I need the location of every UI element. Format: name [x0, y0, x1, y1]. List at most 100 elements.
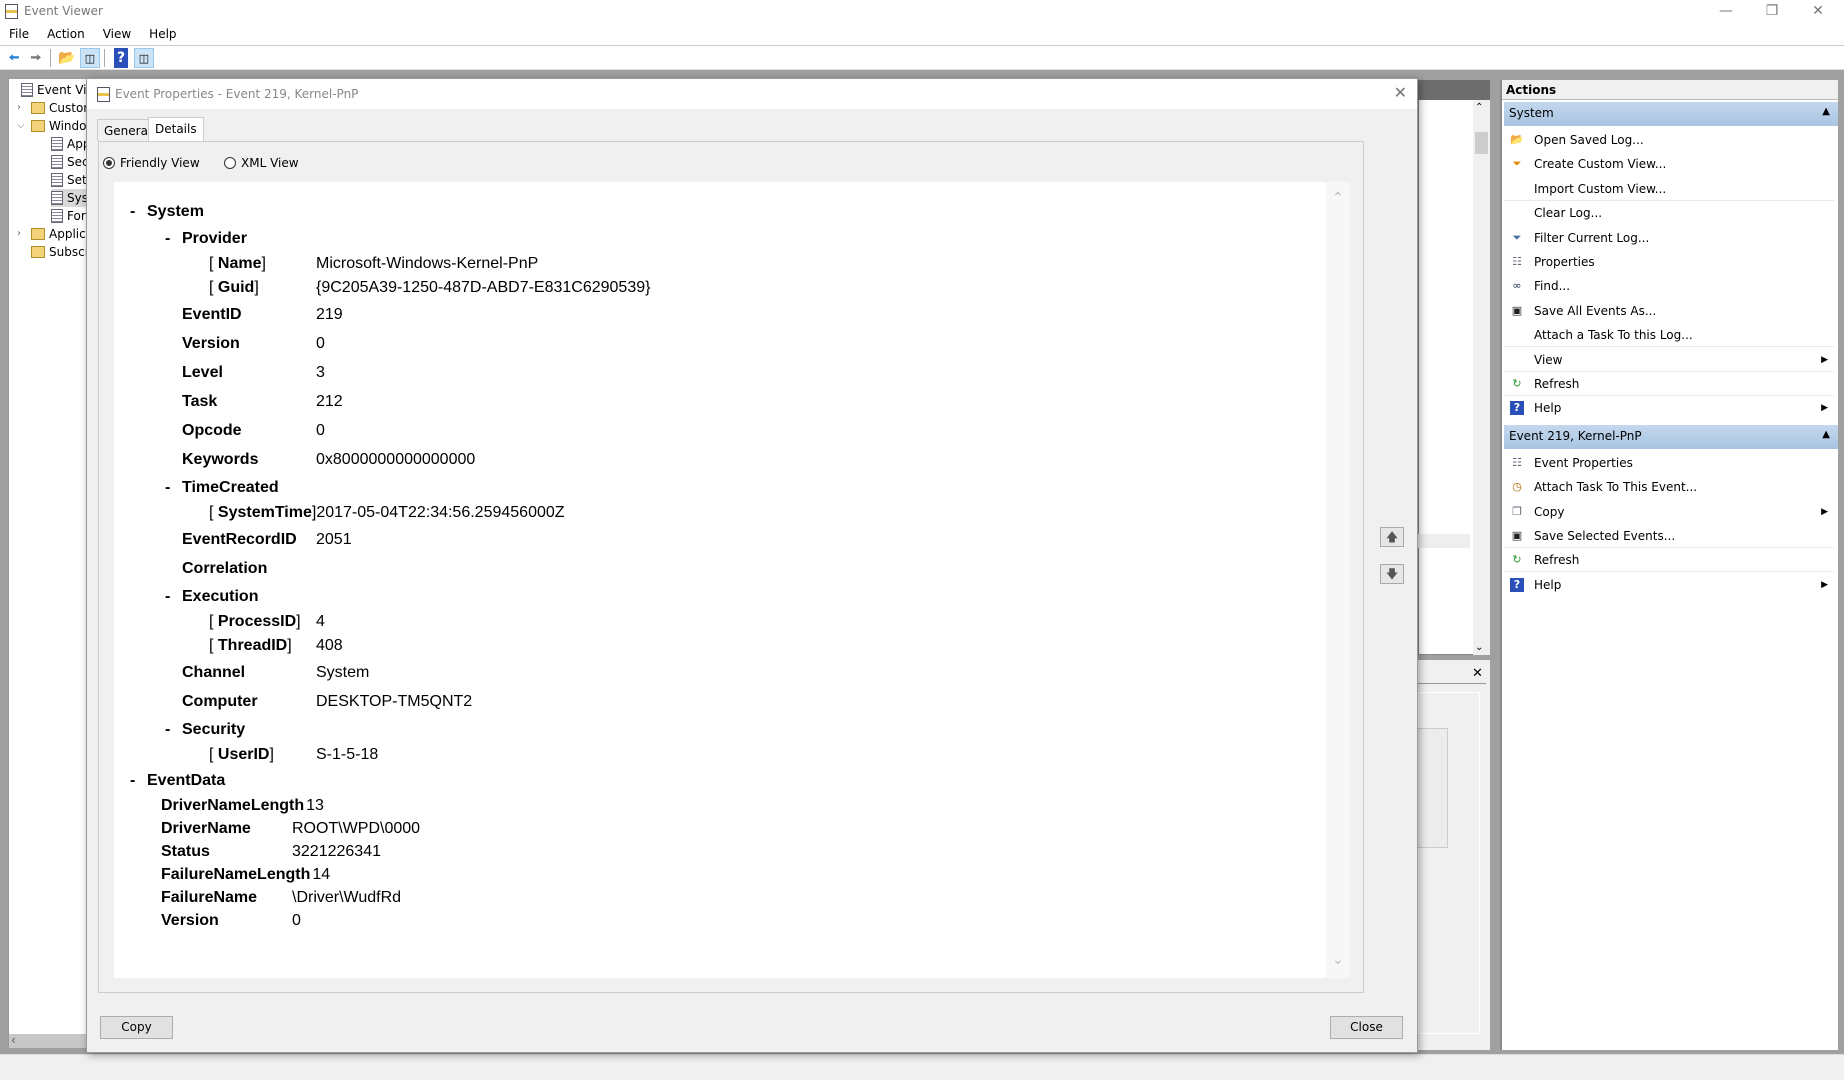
details-tab-panel: Friendly View XML View - System - Provider[…	[98, 141, 1364, 993]
event-list-scrollbar[interactable]: ⌃ ⌄	[1473, 100, 1490, 655]
copy-button[interactable]: Copy	[100, 1016, 173, 1039]
collapse-up-icon[interactable]: ▲	[1822, 106, 1830, 117]
tree-item[interactable]: Set	[51, 171, 87, 189]
show-hide-tree-icon[interactable]: ◫	[80, 48, 100, 68]
action-label: Refresh	[1534, 553, 1580, 568]
action-item[interactable]: ⏷ Filter Current Log...	[1504, 226, 1834, 250]
scroll-down-icon[interactable]: ⌄	[1332, 952, 1344, 968]
collapse-toggle[interactable]: -	[165, 721, 170, 739]
friendly-view-radio[interactable]: Friendly View	[103, 156, 200, 170]
collapse-toggle[interactable]: -	[130, 772, 135, 790]
tree-item[interactable]: Sys	[51, 189, 88, 207]
attribute-value: S-1-5-18	[316, 746, 379, 763]
action-item[interactable]: Attach a Task To this Log...	[1504, 323, 1834, 348]
collapse-toggle[interactable]: -	[165, 230, 170, 248]
tree-horizontal-scrollbar[interactable]: ‹	[9, 1033, 87, 1048]
field-value: 3	[316, 363, 325, 381]
bracket: [	[209, 255, 218, 272]
chevron-down-icon[interactable]: ⌵	[17, 117, 25, 135]
close-window-button[interactable]: ✕	[1795, 0, 1841, 24]
actions-section-header[interactable]: System ▲	[1504, 102, 1838, 126]
tree-item[interactable]: Sec	[51, 153, 88, 171]
menu-file[interactable]: File	[0, 24, 38, 41]
tree-item-label: Sys	[67, 191, 88, 205]
detail-row-section: - EventData	[114, 767, 1314, 794]
tree-item[interactable]: Event View	[21, 81, 87, 99]
restore-button[interactable]: ❐	[1749, 0, 1795, 24]
tree-item-label: Sec	[67, 155, 88, 169]
scroll-down-icon[interactable]: ⌄	[1475, 642, 1483, 653]
collapse-toggle[interactable]: -	[130, 203, 135, 221]
event-data-value: 13	[306, 796, 324, 814]
scroll-left-icon[interactable]: ‹	[11, 1033, 16, 1047]
dialog-title: Event Properties - Event 219, Kernel-PnP	[115, 87, 359, 101]
action-item[interactable]: View ▶	[1504, 348, 1834, 372]
action-item[interactable]: Clear Log...	[1504, 201, 1834, 225]
attribute-name-text: ProcessID	[217, 613, 297, 630]
action-item[interactable]: ? Help ▶	[1504, 573, 1834, 597]
toolbar: 🠨 🠪 📂 ◫ ? ◫	[0, 46, 1844, 70]
action-item[interactable]: ☷ Properties	[1504, 250, 1834, 274]
action-item[interactable]: Import Custom View...	[1504, 177, 1834, 201]
bracket: [	[209, 613, 218, 630]
actions-section-header[interactable]: Event 219, Kernel-PnP ▲	[1504, 424, 1838, 449]
properties-icon: ☷	[1512, 255, 1522, 268]
action-item[interactable]: ↻ Refresh	[1504, 372, 1834, 396]
help-icon[interactable]: ?	[114, 48, 128, 68]
action-item[interactable]: ☷ Event Properties	[1504, 451, 1834, 475]
show-hide-actions-icon[interactable]: ◫	[134, 48, 154, 68]
details-scrollbar[interactable]: ⌃ ⌄	[1326, 182, 1350, 978]
forward-icon[interactable]: 🠪	[26, 48, 46, 68]
chevron-right-icon[interactable]: ›	[17, 225, 21, 243]
field-name: Task	[182, 392, 218, 410]
menu-action[interactable]: Action	[38, 24, 94, 41]
actions-pane: Actions System ▲ 📂 Open Saved Log... ⏷ Create…	[1500, 80, 1838, 1050]
menu-view[interactable]: View	[94, 24, 140, 41]
up-folder-icon[interactable]: 📂	[57, 48, 77, 68]
action-item[interactable]: 📂 Open Saved Log...	[1504, 128, 1834, 152]
field-name: EventRecordID	[182, 530, 297, 548]
selected-event-row[interactable]	[1418, 534, 1470, 548]
tree-item[interactable]: › Custon	[17, 99, 87, 117]
tab-details[interactable]: Details	[148, 117, 204, 142]
dialog-close-icon[interactable]: ✕	[1394, 83, 1407, 102]
scroll-up-icon[interactable]: ⌃	[1332, 190, 1344, 206]
scroll-up-icon[interactable]: ⌃	[1475, 102, 1483, 113]
attribute-name-text: Guid	[217, 279, 255, 296]
open-folder-icon: 📂	[1510, 133, 1524, 146]
action-item[interactable]: ⏷ Create Custom View...	[1504, 152, 1834, 176]
scroll-thumb[interactable]	[1475, 132, 1488, 154]
menu-help[interactable]: Help	[140, 24, 185, 41]
event-viewer-app-icon	[5, 4, 18, 19]
field-name: Channel	[182, 663, 246, 681]
detail-row-field: EventRecordID 2051	[114, 525, 1314, 554]
tree-item[interactable]: › Applica	[17, 225, 87, 243]
minimize-button[interactable]: —	[1703, 0, 1749, 24]
back-icon[interactable]: 🠨	[4, 48, 24, 68]
event-properties-icon	[97, 87, 110, 102]
bracket: ]	[296, 613, 301, 630]
action-item[interactable]: ▣ Save All Events As...	[1504, 299, 1834, 323]
next-event-button[interactable]: 🡇	[1380, 564, 1404, 584]
previous-event-button[interactable]: 🡅	[1380, 527, 1404, 547]
close-button[interactable]: Close	[1330, 1016, 1403, 1039]
action-item[interactable]: ◷ Attach Task To This Event...	[1504, 475, 1834, 499]
tree-item[interactable]: ⌵ Windo	[17, 117, 87, 135]
chevron-right-icon[interactable]: ›	[17, 99, 21, 117]
tree-item[interactable]: For	[51, 207, 86, 225]
attribute-value: 2017-05-04T22:34:56.259456000Z	[316, 504, 565, 521]
collapse-up-icon[interactable]: ▲	[1822, 429, 1830, 440]
actions-header: Actions	[1502, 80, 1838, 100]
action-item[interactable]: ? Help ▶	[1504, 396, 1834, 420]
action-item[interactable]: ▣ Save Selected Events...	[1504, 524, 1834, 548]
close-preview-icon[interactable]: ✕	[1472, 666, 1483, 681]
collapse-toggle[interactable]: -	[165, 479, 170, 497]
tree-item[interactable]: App	[51, 135, 87, 153]
tree-item[interactable]: Subscri	[31, 243, 87, 261]
event-data-value: ROOT\WPD\0000	[292, 819, 421, 837]
action-item[interactable]: ↻ Refresh	[1504, 548, 1834, 573]
xml-view-radio[interactable]: XML View	[224, 156, 299, 170]
collapse-toggle[interactable]: -	[165, 588, 170, 606]
action-item[interactable]: ∞ Find...	[1504, 274, 1834, 298]
action-item[interactable]: ❐ Copy ▶	[1504, 500, 1834, 524]
